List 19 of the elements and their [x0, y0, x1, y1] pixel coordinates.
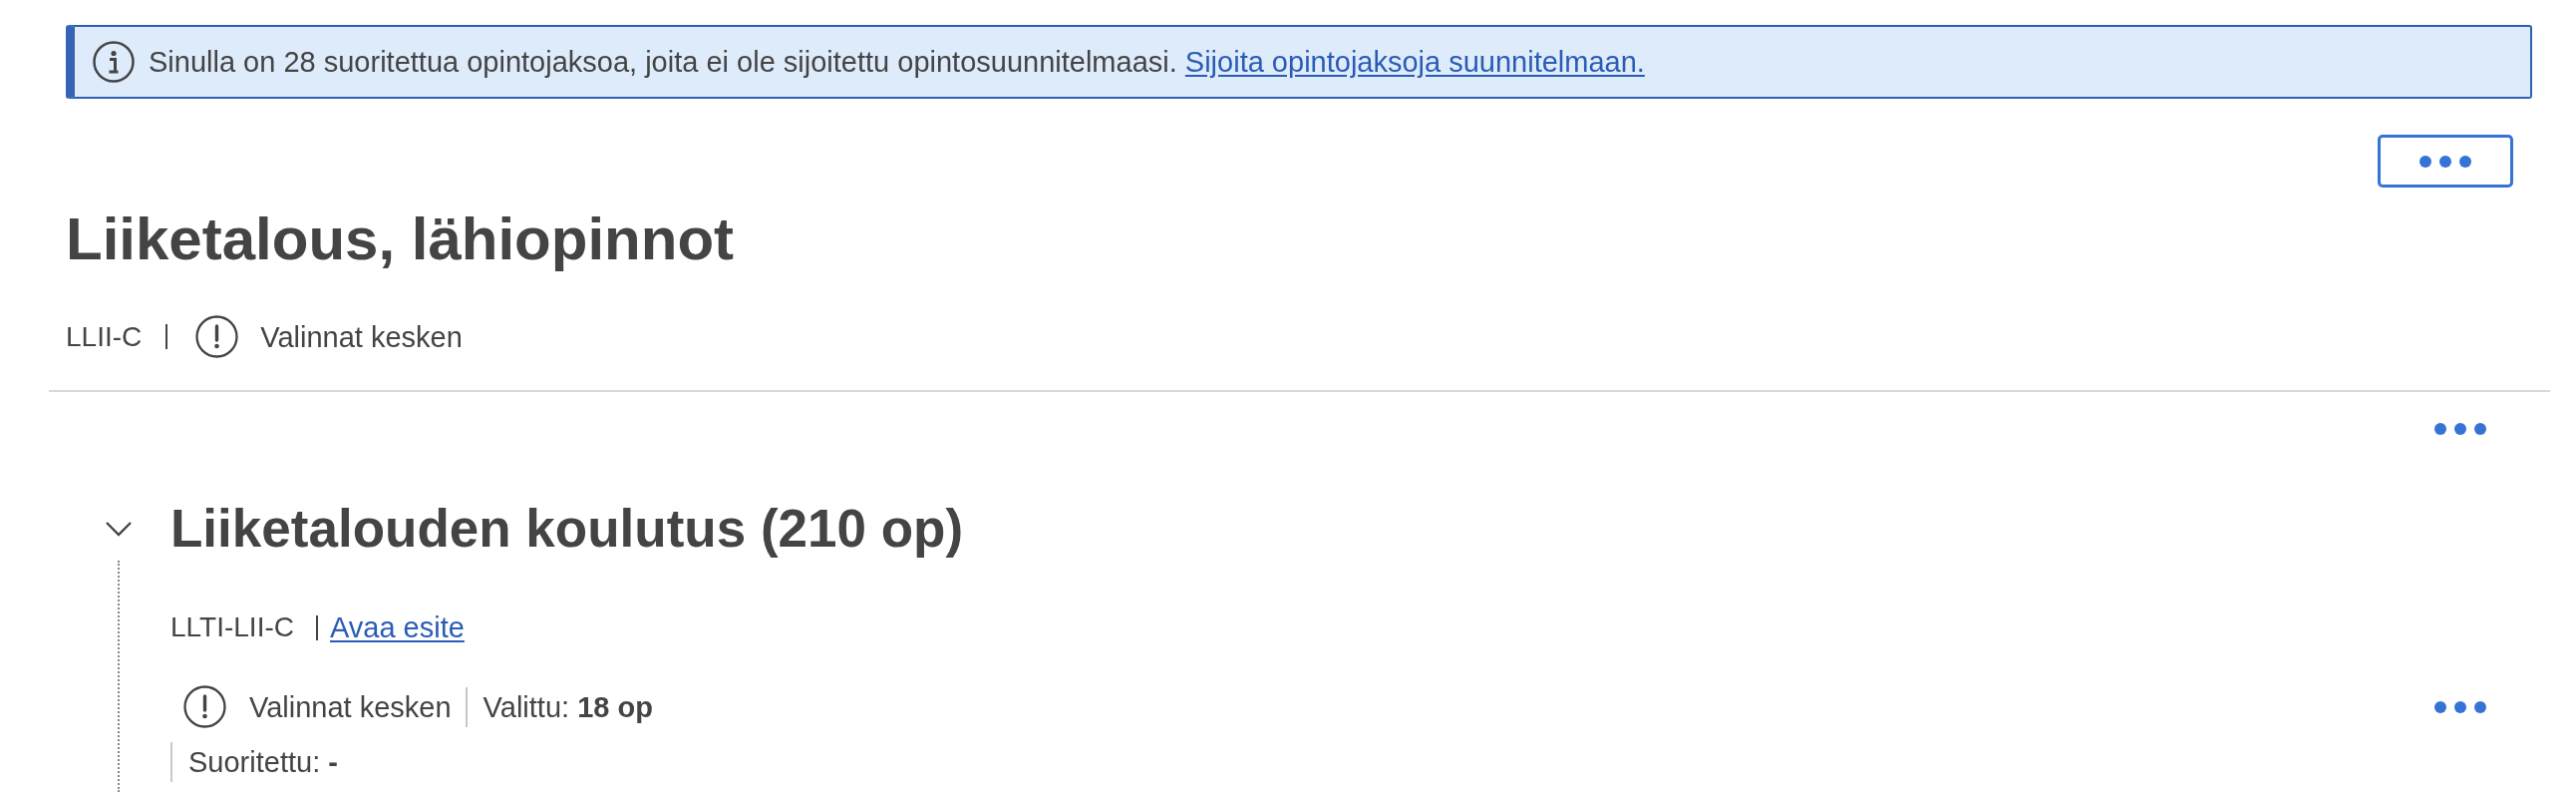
exclamation-icon: [195, 315, 239, 358]
place-courses-link[interactable]: Sijoita opintojaksoja suunnitelmaan.: [1184, 46, 1645, 78]
section-title: Liiketalouden koulutus (210 op): [170, 498, 965, 560]
course-code: LLTI-LII-C: [170, 610, 294, 644]
stat-text: Valittu: 18 op: [465, 686, 653, 727]
info-icon: [93, 41, 135, 83]
chevron-icon[interactable]: [105, 521, 133, 537]
more-icon: [2419, 155, 2471, 168]
page-title: Liiketalous, lähiopinnot: [66, 204, 736, 274]
more-button[interactable]: [2378, 135, 2513, 188]
exclamation-icon: [183, 685, 226, 728]
status-text: Valinnat kesken: [249, 689, 452, 725]
brochure-link[interactable]: Avaa esite: [329, 607, 465, 647]
more-icon[interactable]: [2434, 423, 2486, 435]
program-code: LLII-C: [66, 319, 143, 354]
more-icon[interactable]: [2434, 700, 2486, 713]
banner-message: Sinulla on 28 suoritettua opintojaksoa, joita ei ole sijoitettu opintosuunnitelmaasi. Sijoita opintojaksoja suunnitelmaan.: [149, 45, 1645, 80]
status-text: Valinnat kesken: [260, 319, 463, 355]
stat-text: Suoritettu: -: [170, 742, 338, 782]
